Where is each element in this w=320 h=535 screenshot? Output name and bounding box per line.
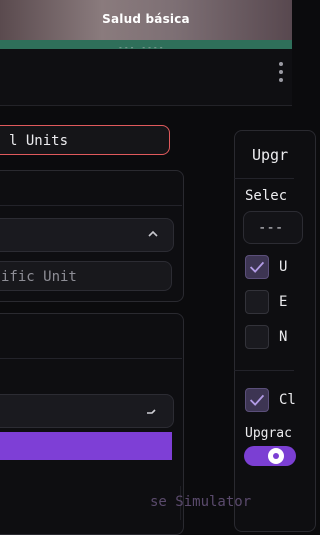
toggle-knob: [268, 448, 284, 464]
toggle-knob-dot: [273, 453, 279, 459]
secondary-dropdown[interactable]: [0, 394, 174, 428]
option-label-3: N: [279, 329, 288, 345]
select-label: Selec: [245, 188, 288, 204]
check-icon: [249, 261, 265, 273]
units-input[interactable]: l Units: [0, 125, 170, 155]
option-checkbox-4[interactable]: [245, 388, 269, 412]
corner-caret-icon: [147, 409, 156, 414]
option-checkbox-1[interactable]: [245, 255, 269, 279]
panel-divider: [0, 205, 182, 206]
panel-divider: [234, 178, 294, 179]
option-label-1: U: [279, 259, 288, 275]
banner-title: Salud básica: [102, 12, 190, 26]
option-checkbox-3[interactable]: [245, 325, 269, 349]
panel-divider: [0, 358, 182, 359]
chevron-up-icon: [148, 230, 158, 237]
app-bar: [0, 49, 292, 106]
check-icon: [249, 394, 265, 406]
upgrade-select[interactable]: ---: [243, 211, 303, 244]
unit-dropdown[interactable]: [0, 218, 174, 252]
option-checkbox-2[interactable]: [245, 290, 269, 314]
upgrade-toggle[interactable]: [244, 446, 296, 466]
action-button[interactable]: [0, 432, 172, 460]
option-label-2: E: [279, 294, 288, 310]
footer-title: se Simulator: [150, 494, 252, 510]
upgrade-toggle-label: Upgrac: [245, 426, 292, 441]
panel-divider: [234, 370, 294, 371]
upgrade-panel-title: Upgr: [252, 146, 289, 164]
option-label-4: Cl: [279, 392, 296, 408]
specific-unit-input[interactable]: ific Unit: [0, 261, 172, 291]
more-vertical-icon[interactable]: [274, 60, 288, 84]
